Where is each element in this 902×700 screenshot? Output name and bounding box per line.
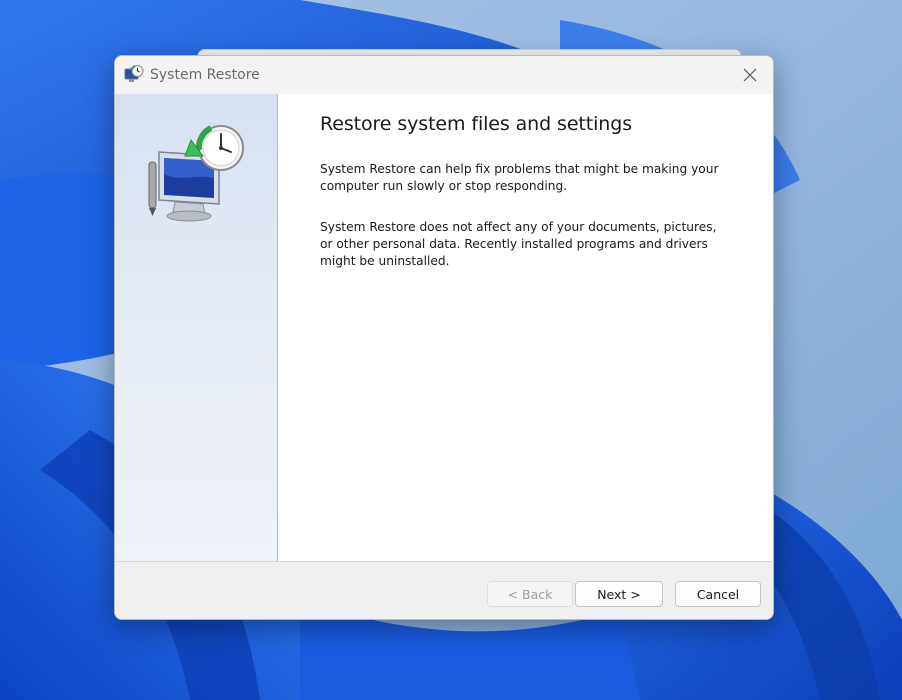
system-restore-monitor-clock-icon (148, 125, 244, 222)
close-icon (743, 68, 757, 82)
system-restore-icon (124, 65, 144, 82)
system-restore-dialog: System Restore Restore system files and … (114, 55, 774, 620)
wizard-footer: < Back Next > Cancel (115, 561, 773, 619)
description-paragraph-1: System Restore can help fix problems tha… (320, 162, 719, 193)
description-paragraph-2: System Restore does not affect any of yo… (320, 220, 717, 268)
next-button[interactable]: Next > (575, 581, 663, 607)
page-title: Restore system files and settings (320, 113, 632, 135)
wizard-content: Restore system files and settings System… (320, 94, 740, 270)
back-button[interactable]: < Back (487, 581, 573, 607)
title-bar[interactable]: System Restore (115, 56, 773, 94)
cancel-button[interactable]: Cancel (675, 581, 761, 607)
wizard-sidebar (115, 94, 278, 561)
window-title: System Restore (150, 67, 260, 83)
close-button[interactable] (727, 56, 773, 94)
